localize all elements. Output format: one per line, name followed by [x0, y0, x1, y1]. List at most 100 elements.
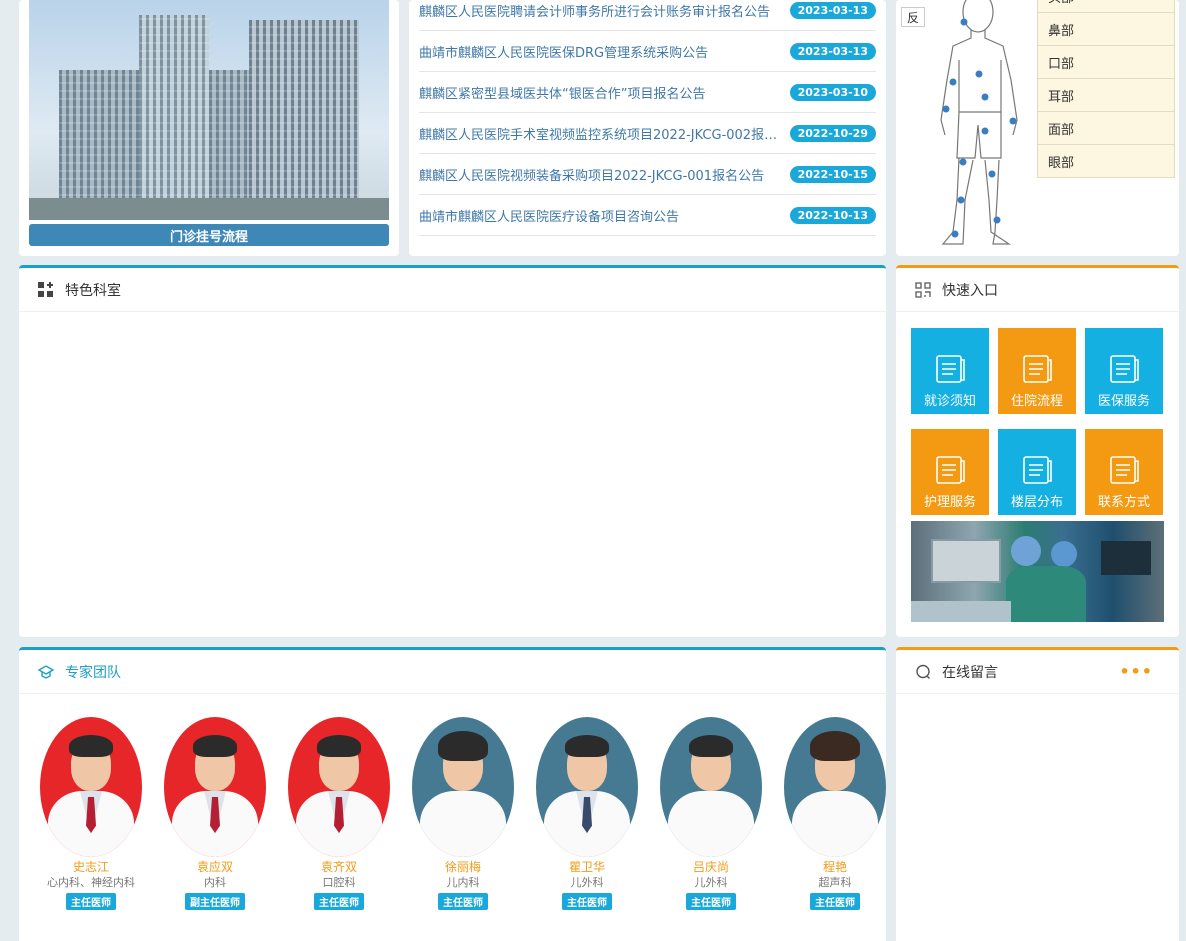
- tile-nursing-service[interactable]: 护理服务: [911, 429, 989, 515]
- announcement-title[interactable]: 麒麟区紧密型县域医共体“银医合作”项目报名公告: [419, 83, 705, 102]
- doctor-department: 儿内科: [446, 876, 480, 889]
- doctor-list: 史志江 心内科、神经内科 主任医师 袁应双 内科 副主任医师 袁齐双 口腔科 主…: [40, 717, 886, 910]
- announcement-title[interactable]: 麒麟区人民医院视频装备采购项目2022-JKCG-001报名公告: [419, 165, 764, 184]
- announcement-title[interactable]: 麒麟区人民医院聘请会计师事务所进行会计账务审计报名公告: [419, 1, 770, 20]
- announcement-item[interactable]: 麒麟区人民医院聘请会计师事务所进行会计账务审计报名公告 2023-03-13: [419, 0, 876, 31]
- more-dots-icon[interactable]: •••: [1119, 662, 1153, 681]
- doctor-name[interactable]: 程艳: [823, 860, 847, 874]
- announcement-date-badge: 2022-10-29: [789, 124, 876, 142]
- expert-team-header: 专家团队: [19, 650, 886, 694]
- doctor-portrait[interactable]: [412, 717, 514, 857]
- doctor-portrait[interactable]: [536, 717, 638, 857]
- expert-team-card: 专家团队 史志江 心内科、神经内科 主任医师 袁应双 内科 副主任医师 袁齐双 …: [19, 647, 886, 941]
- doctor-card[interactable]: 袁应双 内科 副主任医师: [164, 717, 266, 910]
- doctor-card[interactable]: 徐丽梅 儿内科 主任医师: [412, 717, 514, 910]
- document-icon: [936, 355, 965, 383]
- region-item-nose[interactable]: 鼻部: [1037, 13, 1175, 46]
- doctor-department: 口腔科: [322, 876, 356, 889]
- doctor-card[interactable]: 袁齐双 口腔科 主任医师: [288, 717, 390, 910]
- symptom-body-map-card: 反 头部 鼻部 口部 耳部 面部 眼部: [896, 0, 1179, 256]
- doctor-name[interactable]: 瞿卫华: [569, 860, 605, 874]
- doctor-portrait[interactable]: [784, 717, 886, 857]
- region-item-face[interactable]: 面部: [1037, 112, 1175, 145]
- doctor-card[interactable]: 瞿卫华 儿外科 主任医师: [536, 717, 638, 910]
- doctor-department: 超声科: [818, 876, 852, 889]
- body-region-list: 头部 鼻部 口部 耳部 面部 眼部: [1037, 0, 1175, 178]
- doctor-portrait[interactable]: [660, 717, 762, 857]
- region-item-ear[interactable]: 耳部: [1037, 79, 1175, 112]
- doctor-title-badge: 主任医师: [810, 893, 860, 910]
- doctor-department: 心内科、神经内科: [47, 876, 135, 889]
- announcement-item[interactable]: 麒麟区人民医院手术室视频监控系统项目2022-JKCG-002报名公告 2022…: [419, 113, 876, 154]
- expert-team-title: 专家团队: [65, 664, 121, 681]
- hospital-building-photo[interactable]: [29, 0, 389, 220]
- quick-entry-tiles: 就诊须知 住院流程 医保服务 护理服务 楼层分布 联系方式: [911, 328, 1164, 515]
- tile-label: 医保服务: [1097, 394, 1150, 409]
- flip-body-button[interactable]: 反: [901, 7, 925, 27]
- announcement-title[interactable]: 麒麟区人民医院手术室视频监控系统项目2022-JKCG-002报名公告: [419, 124, 790, 143]
- doctor-title-badge: 主任医师: [314, 893, 364, 910]
- announcement-date-badge: 2022-10-13: [789, 206, 876, 224]
- announcement-date-badge: 2023-03-13: [789, 42, 876, 60]
- doctor-title-badge: 主任医师: [562, 893, 612, 910]
- hospital-building-card: 门诊挂号流程: [19, 0, 399, 256]
- doctor-portrait[interactable]: [164, 717, 266, 857]
- region-item-head[interactable]: 头部: [1037, 0, 1175, 13]
- quick-entry-title: 快速入口: [942, 282, 998, 299]
- tile-floor-guide[interactable]: 楼层分布: [998, 429, 1076, 515]
- graduation-cap-icon: [37, 663, 55, 681]
- tile-label: 联系方式: [1097, 495, 1150, 510]
- grid-plus-icon: [37, 281, 55, 299]
- announcement-item[interactable]: 麒麟区紧密型县域医共体“银医合作”项目报名公告 2023-03-10: [419, 72, 876, 113]
- registration-flow-button[interactable]: 门诊挂号流程: [29, 224, 389, 246]
- feature-departments-title: 特色科室: [65, 282, 121, 299]
- doctor-name[interactable]: 袁齐双: [321, 860, 357, 874]
- announcement-title[interactable]: 曲靖市麒麟区人民医院医疗设备项目咨询公告: [419, 206, 679, 225]
- doctor-name[interactable]: 吕庆尚: [693, 860, 729, 874]
- tile-admission-process[interactable]: 住院流程: [998, 328, 1076, 414]
- announcement-date-badge: 2023-03-10: [789, 83, 876, 101]
- online-message-card: 在线留言 •••: [896, 647, 1179, 941]
- tile-contact[interactable]: 联系方式: [1085, 429, 1163, 515]
- doctor-title-badge: 主任医师: [438, 893, 488, 910]
- tile-visit-notice[interactable]: 就诊须知: [911, 328, 989, 414]
- doctor-card[interactable]: 程艳 超声科 主任医师: [784, 717, 886, 910]
- surgery-banner-photo[interactable]: [911, 521, 1164, 622]
- document-icon: [1110, 355, 1139, 383]
- tile-label: 护理服务: [923, 495, 976, 510]
- region-item-mouth[interactable]: 口部: [1037, 46, 1175, 79]
- feature-departments-card: 特色科室: [19, 265, 886, 637]
- doctor-title-badge: 主任医师: [66, 893, 116, 910]
- announcement-item[interactable]: 曲靖市麒麟区人民医院医保DRG管理系统采购公告 2023-03-13: [419, 31, 876, 72]
- doctor-portrait[interactable]: [40, 717, 142, 857]
- doctor-department: 儿外科: [570, 876, 604, 889]
- doctor-department: 内科: [204, 876, 226, 889]
- announcement-title[interactable]: 曲靖市麒麟区人民医院医保DRG管理系统采购公告: [419, 42, 708, 61]
- online-message-title: 在线留言: [942, 664, 998, 681]
- tile-label: 就诊须知: [923, 394, 976, 409]
- tile-insurance-service[interactable]: 医保服务: [1085, 328, 1163, 414]
- announcement-item[interactable]: 麒麟区人民医院视频装备采购项目2022-JKCG-001报名公告 2022-10…: [419, 154, 876, 195]
- doctor-name[interactable]: 史志江: [73, 860, 109, 874]
- doctor-department: 儿外科: [694, 876, 728, 889]
- document-icon: [1023, 355, 1052, 383]
- body-figure-icon[interactable]: [931, 0, 1031, 250]
- doctor-name[interactable]: 徐丽梅: [445, 860, 481, 874]
- announcement-date-badge: 2023-03-13: [789, 1, 876, 19]
- doctor-card[interactable]: 吕庆尚 儿外科 主任医师: [660, 717, 762, 910]
- announcement-date-badge: 2022-10-15: [789, 165, 876, 183]
- announcement-item[interactable]: 曲靖市麒麟区人民医院医疗设备项目咨询公告 2022-10-13: [419, 195, 876, 236]
- document-icon: [936, 456, 965, 484]
- doctor-card[interactable]: 史志江 心内科、神经内科 主任医师: [40, 717, 142, 910]
- document-icon: [1110, 456, 1139, 484]
- quick-entry-card: 快速入口 就诊须知 住院流程 医保服务 护理服务 楼层分布 联系方式: [896, 265, 1179, 637]
- doctor-name[interactable]: 袁应双: [197, 860, 233, 874]
- quick-entry-header: 快速入口: [896, 268, 1179, 312]
- announcement-list: 麒麟区人民医院聘请会计师事务所进行会计账务审计报名公告 2023-03-13 曲…: [419, 0, 876, 236]
- feature-departments-header: 特色科室: [19, 268, 886, 312]
- doctor-portrait[interactable]: [288, 717, 390, 857]
- announcement-card: 麒麟区人民医院聘请会计师事务所进行会计账务审计报名公告 2023-03-13 曲…: [409, 0, 886, 256]
- region-item-eye[interactable]: 眼部: [1037, 145, 1175, 178]
- doctor-title-badge: 主任医师: [686, 893, 736, 910]
- qrcode-icon: [914, 281, 932, 299]
